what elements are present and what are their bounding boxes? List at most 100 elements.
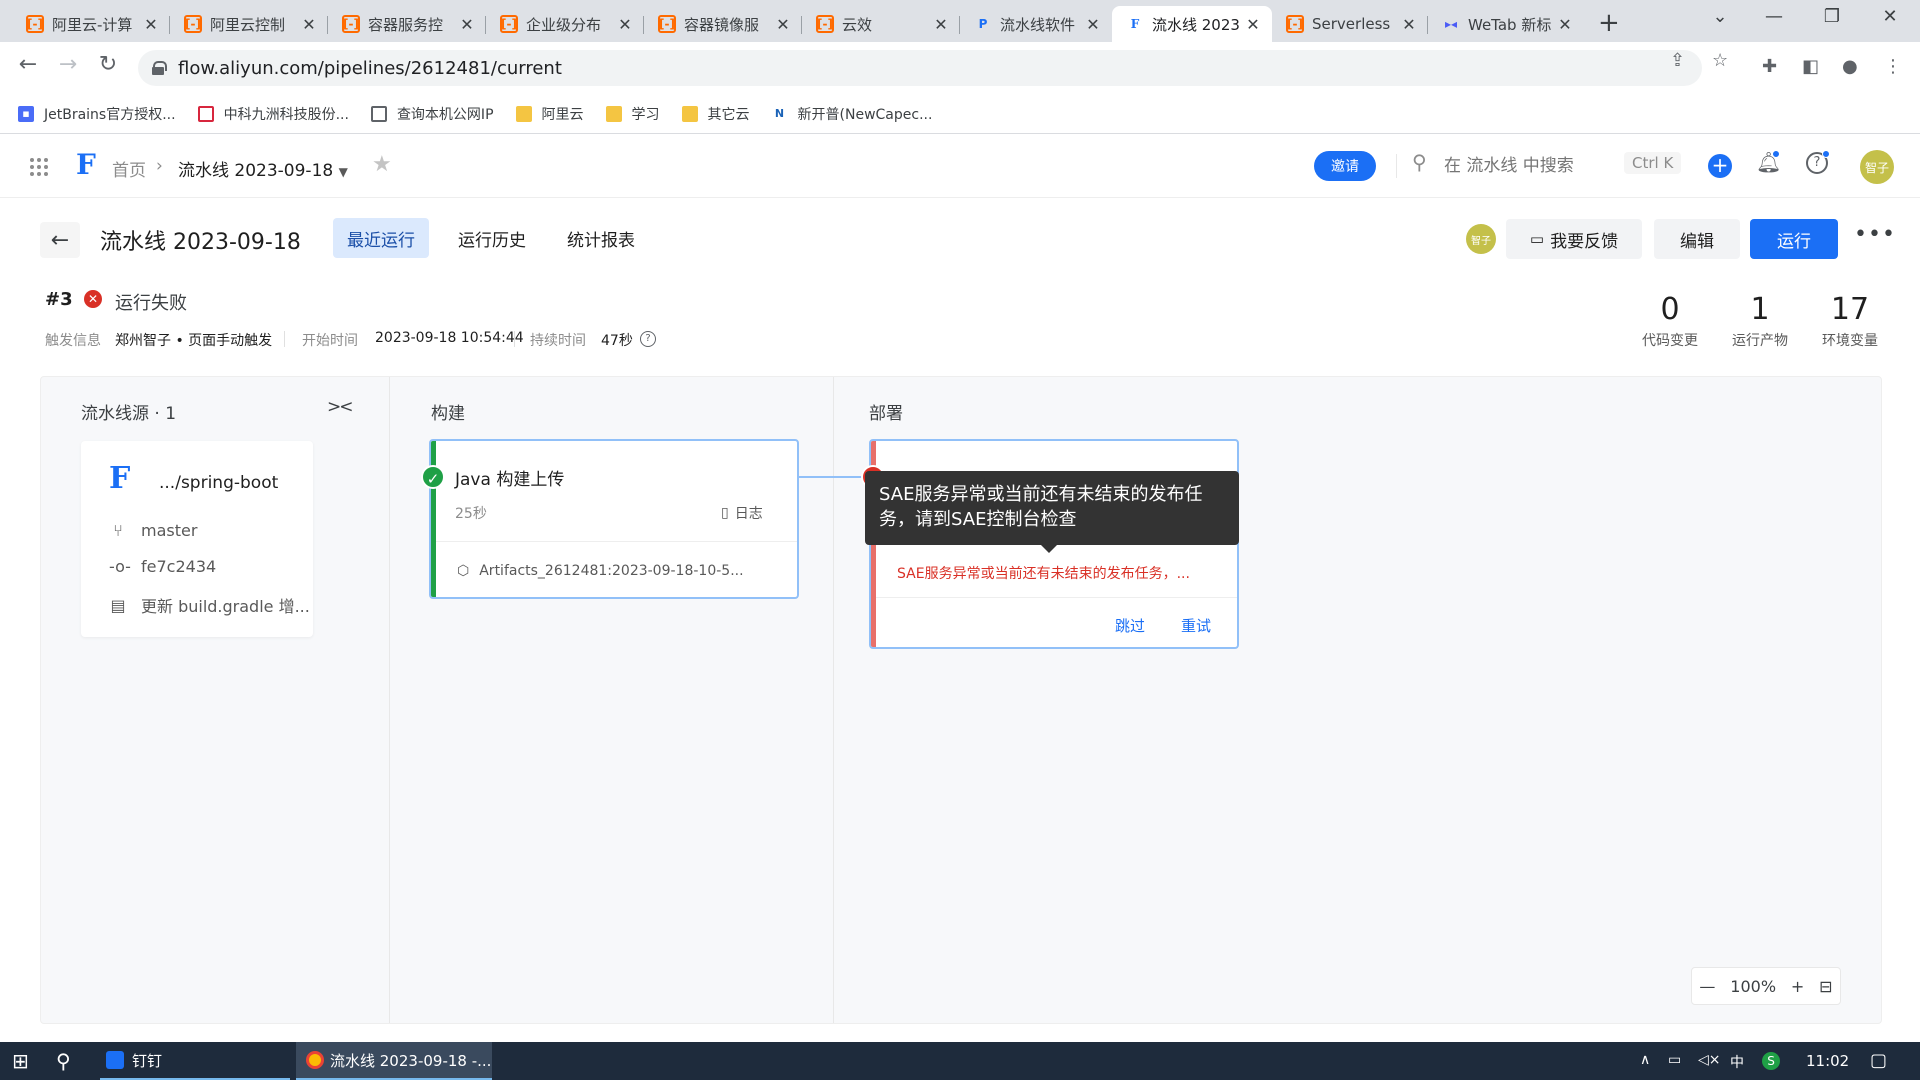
profile-icon[interactable]: ● bbox=[1842, 56, 1858, 77]
close-icon[interactable]: ✕ bbox=[932, 15, 950, 34]
taskbar-app-dingtalk[interactable]: 钉钉 bbox=[100, 1042, 290, 1080]
stat-artifacts[interactable]: 1 运行产物 bbox=[1715, 292, 1805, 350]
notification-center-icon[interactable]: ▢ bbox=[1870, 1050, 1887, 1071]
clock[interactable]: 11:02 bbox=[1806, 1052, 1849, 1070]
fit-screen-icon[interactable]: ⊟ bbox=[1819, 977, 1832, 996]
maximize-icon[interactable]: ❐ bbox=[1812, 6, 1852, 27]
breadcrumb-current[interactable]: 流水线 2023-09-18 ▼ bbox=[178, 156, 348, 181]
reload-icon[interactable]: ↻ bbox=[92, 52, 124, 77]
comment-icon: ▭ bbox=[1529, 230, 1545, 248]
flow-logo-icon[interactable]: F bbox=[76, 148, 96, 181]
bookmark-folder[interactable]: 阿里云 bbox=[515, 104, 584, 124]
bookmark-folder[interactable]: 其它云 bbox=[681, 104, 750, 124]
bookmark-item[interactable]: 中科九洲科技股份... bbox=[197, 104, 349, 124]
tab-statistics[interactable]: 统计报表 bbox=[553, 218, 649, 258]
artifact-row[interactable]: ⬡ Artifacts_2612481:2023-09-18-10-5... bbox=[457, 563, 744, 579]
favorite-star-icon[interactable]: ★ bbox=[372, 152, 392, 177]
commit-message-row: ▤ 更新 build.gradle 增... bbox=[110, 595, 310, 617]
close-icon[interactable]: ✕ bbox=[774, 15, 792, 34]
stat-code-changes[interactable]: 0 代码变更 bbox=[1625, 292, 1715, 350]
bookmark-folder[interactable]: 学习 bbox=[605, 104, 660, 124]
windows-start-icon[interactable]: ⊞ bbox=[12, 1042, 29, 1080]
tab-recent-runs[interactable]: 最近运行 bbox=[333, 218, 429, 258]
feedback-button[interactable]: ▭ 我要反馈 bbox=[1506, 219, 1642, 259]
create-plus-icon[interactable]: + bbox=[1708, 154, 1732, 178]
invite-button[interactable]: 邀请 bbox=[1314, 151, 1376, 181]
question-icon[interactable]: ? bbox=[640, 331, 656, 347]
job-name: Java 构建上传 bbox=[455, 470, 565, 490]
stat-env-vars[interactable]: 17 环境变量 bbox=[1805, 292, 1895, 350]
extensions-icon[interactable]: ✚ bbox=[1762, 56, 1777, 77]
tab-run-history[interactable]: 运行历史 bbox=[444, 218, 540, 258]
tab-search-icon[interactable]: ⌄ bbox=[1700, 6, 1740, 27]
zoom-in-icon[interactable]: + bbox=[1791, 977, 1804, 996]
bookmark-item[interactable]: N 新开普(NewCapec... bbox=[772, 104, 933, 124]
job-duration: 25秒 bbox=[455, 506, 487, 522]
back-button[interactable]: ← bbox=[40, 222, 80, 258]
close-icon[interactable]: ✕ bbox=[142, 15, 160, 34]
bookmark-item[interactable]: 查询本机公网IP bbox=[370, 104, 494, 124]
bookmark-star-icon[interactable]: ☆ bbox=[1712, 50, 1728, 71]
edit-button[interactable]: 编辑 bbox=[1654, 219, 1740, 259]
taskbar-app-chrome[interactable]: 流水线 2023-09-18 -... bbox=[296, 1042, 492, 1080]
trigger-value: 郑州智子 • 页面手动触发 bbox=[115, 333, 273, 349]
browser-tab[interactable]: P 流水线软件 ✕ bbox=[960, 6, 1112, 42]
browser-tab[interactable]: [-] 云效 ✕ bbox=[802, 6, 960, 42]
collapse-icon[interactable]: >< bbox=[327, 397, 353, 417]
search-input[interactable] bbox=[1444, 152, 1604, 180]
close-icon[interactable]: ✕ bbox=[1400, 15, 1418, 34]
run-button[interactable]: 运行 bbox=[1750, 219, 1838, 259]
browser-tab[interactable]: [-] 容器服务控 ✕ bbox=[328, 6, 486, 42]
side-panel-icon[interactable]: ◧ bbox=[1802, 56, 1819, 77]
zoom-out-icon[interactable]: — bbox=[1699, 977, 1715, 996]
browser-tab[interactable]: [-] Serverless ✕ bbox=[1272, 6, 1428, 42]
close-icon[interactable]: ✕ bbox=[458, 15, 476, 34]
user-avatar[interactable]: 智子 bbox=[1860, 150, 1894, 184]
window-close-icon[interactable]: ✕ bbox=[1870, 6, 1910, 27]
app-header: F 首页 › 流水线 2023-09-18 ▼ ★ 邀请 ⚲ Ctrl K + … bbox=[0, 134, 1920, 198]
folder-icon bbox=[605, 105, 622, 122]
trigger-label: 触发信息 bbox=[45, 333, 101, 349]
skip-button[interactable]: 跳过 bbox=[1115, 615, 1145, 636]
browser-tab[interactable]: [-] 阿里云-计算 ✕ bbox=[12, 6, 170, 42]
taskbar-search-icon[interactable]: ⚲ bbox=[56, 1042, 71, 1080]
app-grid-icon[interactable] bbox=[30, 158, 48, 176]
breadcrumb-home[interactable]: 首页 bbox=[112, 156, 146, 181]
browser-tab-active[interactable]: F 流水线 2023 ✕ bbox=[1112, 6, 1272, 42]
browser-menu-icon[interactable]: ⋮ bbox=[1884, 56, 1902, 77]
forward-arrow-icon[interactable]: → bbox=[52, 52, 84, 77]
more-icon[interactable]: ••• bbox=[1854, 222, 1896, 247]
back-arrow-icon[interactable]: ← bbox=[12, 52, 44, 77]
close-icon[interactable]: ✕ bbox=[616, 15, 634, 34]
error-circle-icon: ✕ bbox=[84, 290, 102, 308]
job-card-build[interactable]: Java 构建上传 25秒 ▯ 日志 ⬡ Artifacts_2612481:202… bbox=[429, 439, 799, 599]
browser-tab[interactable]: [-] 阿里云控制 ✕ bbox=[170, 6, 328, 42]
browser-tab[interactable]: [-] 容器镜像服 ✕ bbox=[644, 6, 802, 42]
new-tab-button[interactable]: + bbox=[1598, 8, 1620, 38]
url-input[interactable]: flow.aliyun.com/pipelines/2612481/curren… bbox=[138, 50, 1702, 86]
bookmarks-bar: ▪ JetBrains官方授权... 中科九洲科技股份... 查询本机公网IP 阿… bbox=[0, 94, 1920, 134]
source-card[interactable]: F .../spring-boot ⑂ master -o-fe7c2434 ▤ 更… bbox=[81, 441, 313, 637]
sogou-icon[interactable]: S bbox=[1762, 1052, 1780, 1070]
close-icon[interactable]: ✕ bbox=[1084, 15, 1102, 34]
close-icon[interactable]: ✕ bbox=[1556, 15, 1574, 34]
flow-icon: F bbox=[1130, 17, 1140, 31]
wetab-icon: ▸◂ bbox=[1444, 17, 1458, 31]
tray-chevron-up-icon[interactable]: ∧ bbox=[1640, 1052, 1650, 1068]
minimize-icon[interactable]: — bbox=[1754, 6, 1794, 27]
ime-indicator[interactable]: 中 bbox=[1730, 1052, 1744, 1072]
browser-tab[interactable]: ▸◂ WeTab 新标 ✕ bbox=[1428, 6, 1584, 42]
search-icon: ⚲ bbox=[1412, 150, 1427, 174]
close-icon[interactable]: ✕ bbox=[1244, 15, 1262, 34]
bookmark-item[interactable]: ▪ JetBrains官方授权... bbox=[18, 104, 176, 124]
retry-button[interactable]: 重试 bbox=[1181, 615, 1211, 636]
volume-mute-icon[interactable]: ◁× bbox=[1698, 1052, 1721, 1068]
commit-icon: -o- bbox=[109, 557, 131, 576]
browser-tab[interactable]: [-] 企业级分布 ✕ bbox=[486, 6, 644, 42]
battery-icon[interactable]: ▭ bbox=[1668, 1052, 1681, 1068]
share-icon[interactable]: ⇪ bbox=[1670, 50, 1685, 71]
arrow-left-icon: ← bbox=[50, 227, 70, 253]
check-circle-icon: ✓ bbox=[421, 465, 445, 489]
close-icon[interactable]: ✕ bbox=[300, 15, 318, 34]
log-link[interactable]: ▯ 日志 bbox=[721, 503, 763, 523]
